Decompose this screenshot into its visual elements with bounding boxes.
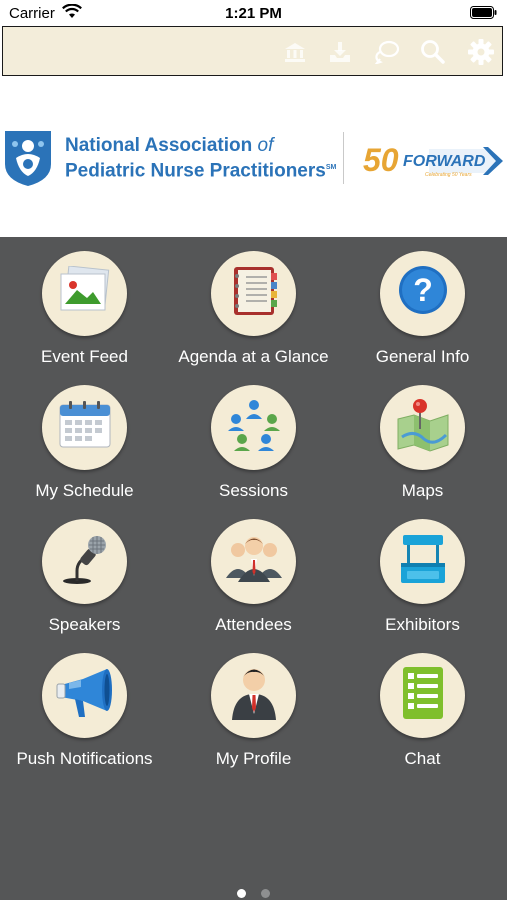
attendees-group-icon — [224, 532, 284, 591]
tile-maps[interactable]: Maps — [338, 371, 507, 501]
gear-icon[interactable] — [466, 37, 496, 67]
tile-label: Speakers — [48, 615, 121, 634]
booth-kiosk-icon — [397, 531, 449, 592]
tile-label: Push Notifications — [16, 749, 153, 768]
forward-tagline: Celebrating 50 Years — [425, 172, 472, 178]
checklist-icon — [399, 665, 447, 726]
tile-general-info[interactable]: ? General Info — [338, 237, 507, 367]
org-name-of: of — [257, 135, 274, 156]
tile-label: My Schedule — [35, 481, 134, 500]
svg-text:?: ? — [413, 272, 433, 308]
tile-my-profile[interactable]: My Profile — [169, 639, 338, 769]
org-name-line1: National Association — [65, 135, 258, 156]
tile-label: Event Feed — [41, 347, 128, 366]
tile-label: General Info — [375, 347, 470, 366]
top-toolbar — [2, 26, 503, 76]
page-dot-active[interactable] — [237, 889, 247, 898]
profile-person-icon — [228, 664, 280, 727]
tile-push-notifications[interactable]: Push Notifications — [0, 639, 169, 769]
banner-divider — [343, 132, 344, 184]
conference-banner: National Association of Pediatric Nurse … — [0, 77, 507, 237]
fifty-forward-logo: 50 FORWARD Celebrating 50 Years — [363, 141, 505, 186]
tile-sessions[interactable]: Sessions — [169, 371, 338, 501]
tile-label: Chat — [404, 749, 441, 768]
tile-label: Maps — [401, 481, 444, 500]
main-menu-grid: Event Feed Agenda at a Glance ? General … — [0, 237, 507, 900]
chat-bubble-icon[interactable] — [372, 37, 402, 67]
tile-label: Exhibitors — [385, 615, 460, 634]
forward-word: FORWARD — [403, 153, 486, 170]
tile-agenda-at-a-glance[interactable]: Agenda at a Glance — [169, 237, 338, 367]
bank-icon[interactable] — [280, 37, 310, 67]
page-dot[interactable] — [260, 889, 270, 898]
binder-icon — [228, 264, 280, 323]
tile-exhibitors[interactable]: Exhibitors — [338, 505, 507, 635]
megaphone-icon — [55, 665, 115, 726]
tile-my-schedule[interactable]: My Schedule — [0, 371, 169, 501]
battery-icon — [470, 6, 497, 24]
tile-chat[interactable]: Chat — [338, 639, 507, 769]
org-name-line2: Pediatric Nurse Practitioners — [65, 160, 326, 182]
tile-label: My Profile — [215, 749, 292, 768]
search-icon[interactable] — [418, 37, 448, 67]
clock: 1:21 PM — [225, 5, 282, 22]
forward-number: 50 — [363, 142, 399, 178]
status-bar: Carrier 1:21 PM — [0, 0, 507, 26]
tile-label: Sessions — [219, 481, 288, 500]
calendar-icon — [57, 399, 113, 456]
photo-gallery-icon — [57, 265, 113, 321]
map-pin-icon — [394, 397, 452, 458]
tile-label: Agenda at a Glance — [178, 347, 329, 366]
organization-name: National Association of Pediatric Nurse … — [65, 135, 336, 182]
inbox-tray-icon[interactable] — [325, 37, 355, 67]
service-mark: SM — [325, 164, 337, 171]
tile-label: Attendees — [215, 615, 292, 634]
tile-attendees[interactable]: Attendees — [169, 505, 338, 635]
tile-event-feed[interactable]: Event Feed — [0, 237, 169, 367]
question-mark-icon: ? — [395, 263, 451, 324]
napnap-shield-logo — [3, 128, 53, 193]
page-indicator[interactable] — [0, 885, 507, 903]
tile-speakers[interactable]: Speakers — [0, 505, 169, 635]
microphone-icon — [57, 531, 113, 592]
people-circle-icon — [226, 397, 282, 458]
